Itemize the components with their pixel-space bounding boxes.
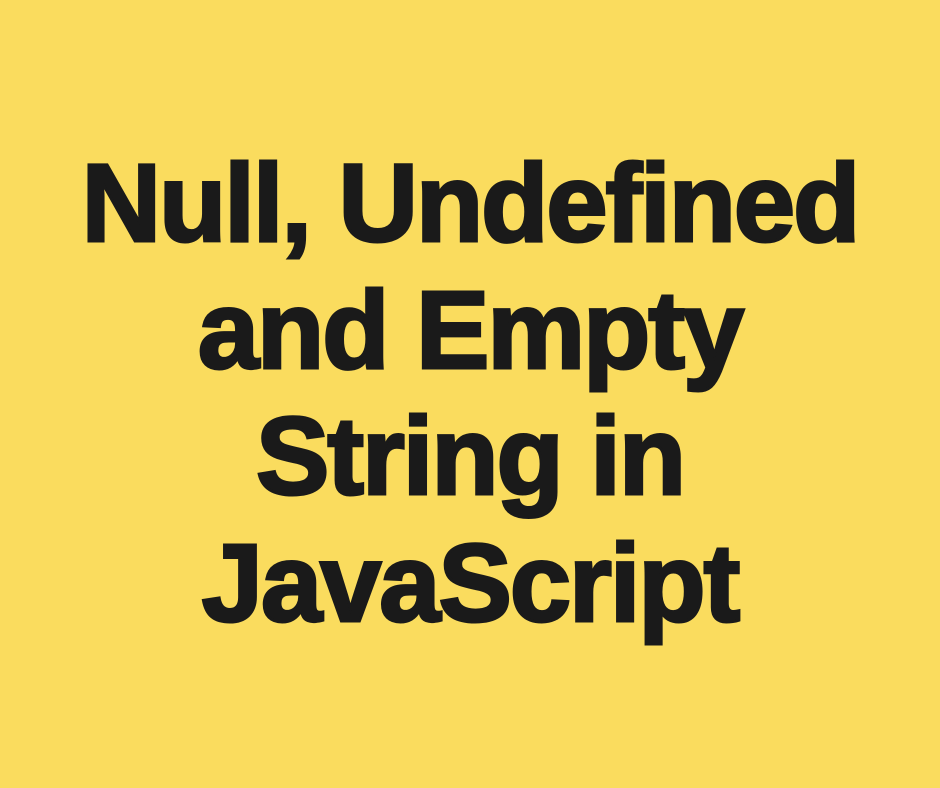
title-graphic-text: Null, Undefined and Empty String in Java… [0,141,940,647]
